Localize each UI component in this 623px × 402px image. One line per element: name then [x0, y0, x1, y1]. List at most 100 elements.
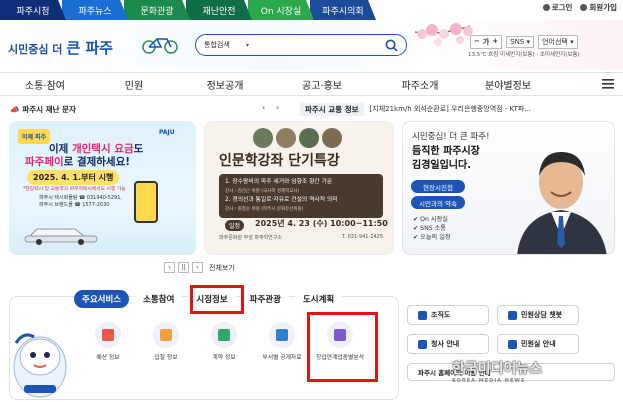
- field-photo-button[interactable]: 현장시진첩: [411, 180, 465, 193]
- banner2-title: 인문학강좌 단기특강: [219, 153, 340, 169]
- banner-humanities-lecture[interactable]: 인문학강좌 단기특강 1. 장수왕비의 파주 세거와 임향조 향간 가문 강사 …: [204, 121, 394, 255]
- folder-icon: [269, 322, 295, 348]
- quick-links: 조직도 민원상담 챗봇 청사 안내 민원실 안내 파주시 홈페이지 이용 안내: [407, 305, 615, 400]
- service-tab-3[interactable]: 파주관광: [241, 290, 289, 308]
- hamburger-menu-icon[interactable]: [601, 77, 615, 91]
- site-tab-5[interactable]: 파주시의회: [310, 0, 376, 20]
- building-icon: [418, 339, 427, 349]
- mayor-link-1[interactable]: ✔ On 시장실: [413, 215, 451, 224]
- lecture-list: 1. 장수왕비의 파주 세거와 임향조 향간 가문 강사 : 김선근 위원 (국…: [219, 174, 383, 218]
- prev-button[interactable]: ‹: [164, 262, 175, 273]
- mascot-illustration: [13, 333, 67, 398]
- traffic-info: 파주시 교통 정보 [지체21km/h 외석순환로] 우리은행중앙역점 - KT…: [300, 101, 531, 117]
- mayor-link-3[interactable]: ✔ 오늘의 일정: [413, 233, 451, 242]
- service-tab-1[interactable]: 소통참여: [135, 290, 183, 308]
- chatbot-icon: [508, 310, 517, 320]
- logo-prefix: 시민중심 더: [8, 43, 63, 56]
- taxi-illustration: [24, 228, 98, 245]
- highlight-box-tab: [190, 285, 244, 314]
- office-icon: [508, 339, 517, 349]
- megaphone-icon: 📣: [10, 105, 20, 114]
- gavel-icon: [153, 322, 179, 348]
- paju-brand: PAJU: [159, 129, 175, 136]
- service-tab-4[interactable]: 도시계획: [294, 290, 343, 308]
- disaster-text-link[interactable]: 📣 파주시 재난 문자: [10, 104, 76, 115]
- banner-pager: ‹ || › 전체보기: [164, 262, 235, 273]
- date-label: 일정: [225, 220, 245, 231]
- site-tab-3[interactable]: 재난안전: [186, 0, 252, 20]
- weather-info: 13.5℃ 흐림 미세먼지(보통) · 초미세먼지(보통): [468, 52, 580, 58]
- join-link[interactable]: 회원가입: [580, 2, 617, 13]
- banner1-contact: 파주시 택시화물팀 ☎ 031940-5291, 파주시 브랜드몰 ☎ 1577…: [39, 195, 123, 208]
- traffic-badge: 파주시 교통 정보: [300, 102, 364, 116]
- service-item-1[interactable]: 입찰 정보: [142, 322, 190, 361]
- building-guide-button[interactable]: 청사 안내: [407, 334, 489, 354]
- search-icon[interactable]: [385, 39, 398, 52]
- login-link[interactable]: 로그인: [542, 2, 572, 13]
- main-nav-item-2[interactable]: 정보공개: [178, 77, 272, 92]
- main-nav-item-1[interactable]: 민원: [90, 77, 178, 92]
- phone-illustration: [134, 181, 158, 223]
- lock-icon: [542, 4, 550, 11]
- service-item-2[interactable]: 계약 정보: [200, 322, 248, 361]
- sns-select[interactable]: SNS ▾: [506, 36, 535, 48]
- site-tab-0[interactable]: 파주시청: [0, 0, 66, 20]
- banner1-date: 2025. 4. 1.부터 시행: [27, 170, 120, 185]
- header-utilities: − 가 + SNS ▾ 언어선택 ▾: [470, 35, 578, 49]
- site-tab-4[interactable]: On 시장실: [248, 0, 314, 20]
- service-item-label: 계약 정보: [212, 355, 236, 361]
- main-nav-item-5[interactable]: 분야별정보: [468, 77, 548, 92]
- pause-button[interactable]: ||: [178, 262, 189, 273]
- org-chart-icon: [418, 310, 427, 320]
- site-logo[interactable]: 시민중심 더 큰 파주: [8, 37, 113, 58]
- mayor-links: ✔ On 시장실 ✔ SNS 소통 ✔ 오늘의 일정: [413, 215, 451, 242]
- mayor-title: 듬직한 파주시장: [412, 146, 480, 157]
- chatbot-button[interactable]: 민원상담 챗봇: [497, 305, 579, 325]
- paju-homepage: 파주시청 파주뉴스 문화관광 재난안전 On 시장실 파주시의회 로그인 회원가입 시민중…: [0, 0, 623, 402]
- banner1-note: *현장택시 및 교통약자 바우처택시에서도 시행 가능: [23, 187, 126, 192]
- lecture-footer: 파주문화원 부설 파주학연구소 T. 031-941-2425: [219, 234, 383, 241]
- service-item-0[interactable]: 예산 정보: [84, 322, 132, 361]
- paju-pay-logo: 이제 파주: [18, 129, 51, 144]
- alert-arrows[interactable]: ‹ ›: [262, 103, 283, 112]
- logo-name: 큰 파주: [66, 39, 114, 57]
- lecture-photos: [253, 128, 342, 148]
- mayor-slogan: 시민중심! 더 큰 파주!: [412, 132, 490, 142]
- site-tab-1[interactable]: 파주뉴스: [62, 0, 128, 20]
- contract-icon: [211, 322, 237, 348]
- service-tab-0[interactable]: 주요서비스: [74, 290, 130, 308]
- service-item-label: 부서별 공개자료: [262, 355, 302, 361]
- promise-button[interactable]: 시민과의 약속: [411, 196, 465, 209]
- banner-taxi-pay[interactable]: 이제 파주 PAJU 이제 개인택시 요금도 파주페이로 결제하세요! 2025…: [9, 121, 196, 255]
- alert-row: 📣 파주시 재난 문자 ‹ › 파주시 교통 정보 [지체21km/h 외석순환…: [0, 101, 623, 117]
- search-input[interactable]: [255, 40, 385, 50]
- site-tab-2[interactable]: 문화관광: [124, 0, 190, 20]
- view-all-link[interactable]: 전체보기: [209, 263, 235, 273]
- language-select[interactable]: 언어선택 ▾: [538, 35, 578, 49]
- service-item-3[interactable]: 부서별 공개자료: [258, 322, 306, 361]
- search-scope-select[interactable]: 통합검색: [204, 40, 246, 50]
- font-size-control[interactable]: − 가 +: [470, 35, 503, 49]
- chevron-down-icon: ▾: [246, 41, 250, 49]
- org-chart-button[interactable]: 조직도: [407, 305, 489, 325]
- highlight-box-item: [307, 312, 378, 382]
- service-item-label: 입찰 정보: [154, 355, 178, 361]
- top-utility: 로그인 회원가입: [542, 2, 617, 13]
- site-tabs: 파주시청 파주뉴스 문화관광 재난안전 On 시장실 파주시의회: [0, 0, 376, 20]
- mayor-link-2[interactable]: ✔ SNS 소통: [413, 224, 451, 233]
- civil-office-button[interactable]: 민원실 안내: [497, 334, 579, 354]
- main-nav-item-3[interactable]: 공고·홍보: [272, 77, 372, 92]
- main-nav-item-4[interactable]: 파주소개: [372, 77, 468, 92]
- main-nav: 소통·참여 민원 정보공개 공고·홍보 파주소개 분야별정보: [0, 72, 623, 96]
- next-button[interactable]: ›: [192, 262, 203, 273]
- banner-mayor: 시민중심! 더 큰 파주! 듬직한 파주시장 김경일입니다. 현장시진첩 시민과…: [402, 121, 615, 255]
- search-bar: 통합검색 ▾: [195, 34, 407, 56]
- main-nav-item-0[interactable]: 소통·참여: [0, 77, 90, 92]
- mayor-photo: [517, 152, 607, 254]
- user-icon: [580, 4, 588, 11]
- traffic-ticker[interactable]: [지체21km/h 외석순환로] 우리은행중앙역점 - KT파...: [370, 104, 532, 114]
- mayor-name: 김경일입니다.: [412, 160, 471, 171]
- pie-chart-icon: [95, 322, 121, 348]
- banner1-title2: 파주페이로 결제하세요!: [25, 156, 131, 168]
- lecture-date: 2025년 4. 23 (수) 10:00~11:50: [255, 219, 388, 228]
